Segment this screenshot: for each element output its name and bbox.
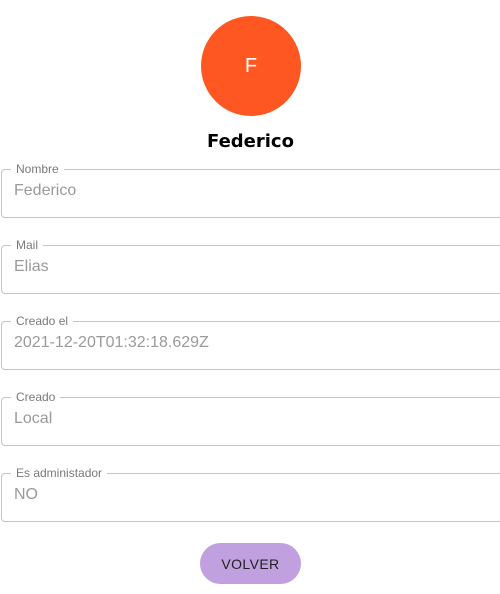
back-button[interactable]: VOLVER xyxy=(200,543,301,584)
avatar-initial: F xyxy=(244,54,258,77)
is-admin-field-value: NO xyxy=(14,486,38,503)
mail-field-outline: Mail xyxy=(1,239,500,294)
is-admin-field-outline: Es administador xyxy=(1,467,500,522)
created-at-field-label: Creado el xyxy=(16,314,69,328)
mail-field-label: Mail xyxy=(16,238,39,252)
created-by-field[interactable]: Creado Local xyxy=(1,391,500,446)
mail-field[interactable]: Mail Elias xyxy=(1,239,500,294)
created-by-field-outline: Creado xyxy=(1,391,500,446)
created-at-field-value: 2021-12-20T01:32:18.629Z xyxy=(14,334,209,351)
name-field-value: Federico xyxy=(14,182,77,199)
page-title: Federico xyxy=(207,131,294,152)
user-profile-page: F Federico Nombre Federico Mail Elias Cr… xyxy=(0,0,500,594)
created-by-field-label: Creado xyxy=(16,390,56,404)
is-admin-field-label: Es administador xyxy=(16,466,103,480)
is-admin-field[interactable]: Es administador NO xyxy=(1,467,500,522)
mail-field-value: Elias xyxy=(14,258,49,275)
avatar: F xyxy=(201,16,301,116)
created-at-field[interactable]: Creado el 2021-12-20T01:32:18.629Z xyxy=(1,315,500,370)
back-button-label: VOLVER xyxy=(221,555,280,572)
created-by-field-value: Local xyxy=(14,410,53,427)
name-field[interactable]: Nombre Federico xyxy=(1,163,500,218)
name-field-label: Nombre xyxy=(16,162,59,176)
